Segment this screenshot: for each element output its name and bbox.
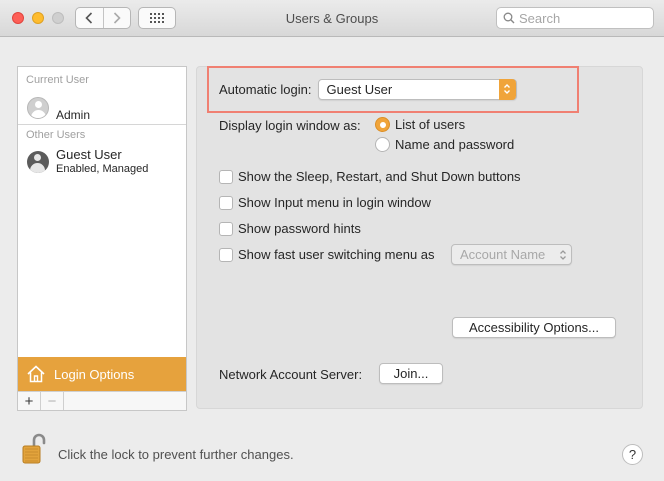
popup-arrows-icon — [560, 250, 566, 260]
radio-button-selected[interactable] — [375, 117, 390, 132]
checkbox[interactable] — [219, 195, 233, 210]
radio-name-and-password[interactable]: Name and password — [375, 136, 514, 153]
checkbox-label: Show fast user switching menu as — [238, 247, 435, 262]
remove-user-button[interactable]: − — [41, 392, 64, 410]
user-name: Admin — [56, 108, 91, 122]
popup-arrows-icon — [498, 78, 516, 100]
user-status: Enabled, Managed — [56, 163, 149, 175]
add-user-button[interactable]: + — [18, 392, 41, 410]
radio-label: List of users — [395, 117, 466, 132]
radio-button[interactable] — [375, 137, 390, 152]
user-row-admin[interactable]: Admin — [18, 95, 186, 122]
checkbox[interactable] — [219, 169, 233, 184]
house-icon — [27, 365, 45, 383]
login-options-item[interactable]: Login Options — [18, 357, 186, 391]
lock-button[interactable] — [22, 433, 46, 468]
checkbox-row-password-hints[interactable]: Show password hints — [219, 220, 361, 237]
users-sidebar: Current User Admin Other Users Guest Use… — [17, 66, 187, 411]
search-icon — [503, 12, 515, 24]
title-bar: Users & Groups — [0, 0, 664, 37]
checkbox[interactable] — [219, 221, 233, 236]
user-name: Guest User — [56, 147, 122, 162]
automatic-login-value: Guest User — [326, 81, 393, 97]
checkbox-label: Show the Sleep, Restart, and Shut Down b… — [238, 169, 521, 184]
checkbox-label: Show password hints — [238, 221, 361, 236]
fast-switching-value: Account Name — [460, 247, 546, 262]
other-users-section-label: Other Users — [26, 129, 86, 141]
checkbox-label: Show Input menu in login window — [238, 195, 431, 210]
network-account-server-row: Network Account Server: — [219, 366, 362, 383]
checkbox-row-fast-user-switching[interactable]: Show fast user switching menu as — [219, 246, 435, 263]
login-options-label: Login Options — [54, 366, 135, 382]
display-login-window-row: Display login window as: — [219, 117, 361, 133]
fast-switching-popup[interactable]: Account Name — [451, 244, 572, 265]
divider — [18, 124, 186, 125]
join-button[interactable]: Join... — [379, 363, 443, 384]
checkbox-row-sleep-restart[interactable]: Show the Sleep, Restart, and Shut Down b… — [219, 168, 521, 185]
network-account-server-label: Network Account Server: — [219, 367, 363, 382]
current-user-section-label: Current User — [26, 74, 89, 86]
checkbox[interactable] — [219, 247, 233, 262]
automatic-login-row: Automatic login: Guest User — [219, 78, 517, 100]
automatic-login-label: Automatic login: — [219, 81, 312, 97]
sidebar-footer: + − — [18, 391, 186, 410]
avatar — [27, 151, 49, 173]
accessibility-options-button[interactable]: Accessibility Options... — [452, 317, 616, 338]
search-field[interactable] — [496, 7, 654, 29]
unlocked-padlock-icon — [22, 433, 46, 464]
help-button[interactable]: ? — [622, 444, 643, 465]
radio-label: Name and password — [395, 137, 515, 152]
display-login-window-label: Display login window as: — [219, 117, 361, 133]
radio-list-of-users[interactable]: List of users — [375, 116, 465, 133]
avatar — [27, 97, 49, 119]
checkbox-row-input-menu[interactable]: Show Input menu in login window — [219, 194, 431, 211]
search-input[interactable] — [519, 10, 649, 26]
user-row-guest[interactable]: Guest User Enabled, Managed — [18, 147, 186, 177]
automatic-login-popup[interactable]: Guest User — [317, 78, 517, 100]
lock-message: Click the lock to prevent further change… — [58, 447, 294, 462]
